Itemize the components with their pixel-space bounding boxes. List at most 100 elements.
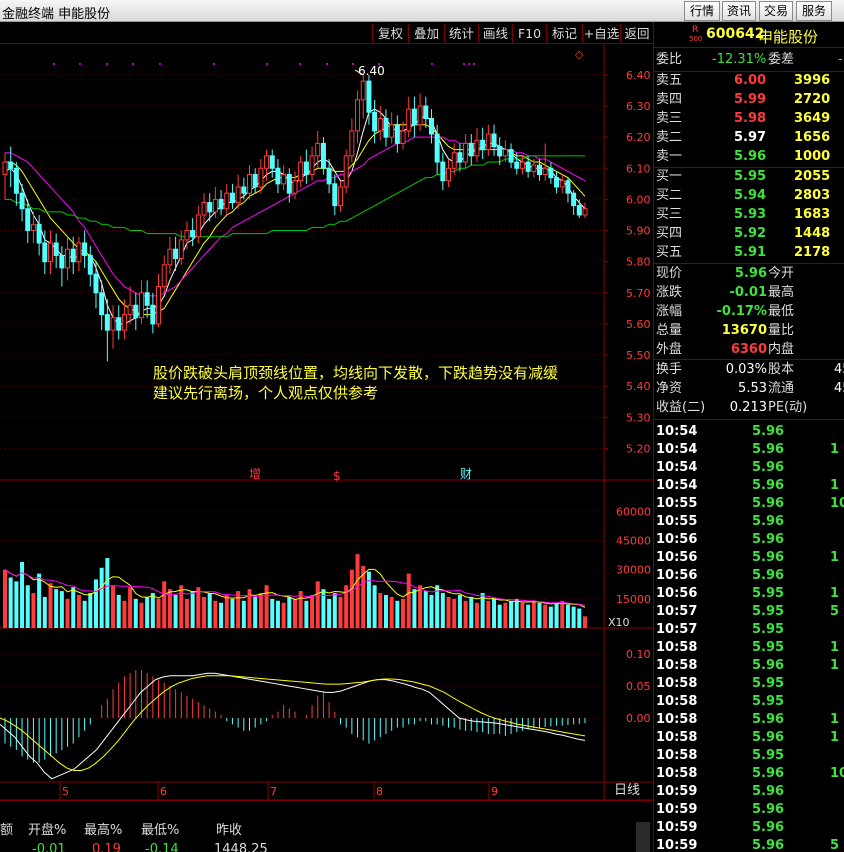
volume-bar — [65, 598, 70, 628]
candle-body — [298, 161, 304, 182]
bids-price: 5.93 — [734, 207, 767, 222]
volume-bar — [395, 600, 400, 628]
candle-body — [201, 202, 207, 216]
tick-volume: 1 — [830, 586, 840, 601]
f10-button[interactable]: F10 — [512, 24, 546, 43]
candle-body — [349, 130, 355, 157]
tick-row: 10:56 5.96 — [654, 531, 844, 549]
asks-row[interactable]: 卖一 5.96 1000 — [654, 148, 844, 166]
candle-body — [161, 264, 167, 288]
volume-bar — [105, 558, 110, 628]
asks-row[interactable]: 卖三 5.98 3649 — [654, 110, 844, 128]
volume-bar — [167, 589, 172, 628]
macd-dif-line — [0, 672, 586, 780]
candle-body — [25, 208, 31, 232]
event-dot — [431, 63, 433, 65]
tick-price: 5.96 — [752, 658, 785, 673]
candle-body — [144, 292, 150, 306]
volume-bar — [514, 598, 519, 628]
bids-row[interactable]: 买四 5.92 1448 — [654, 225, 844, 243]
kline-chart[interactable]: 6.40 6.30 6.20 6.10 6.00 5.90 5.80 5.70 5.60 5.50… — [0, 44, 653, 814]
event-marker-dividend[interactable]: $ — [333, 469, 341, 483]
back-button[interactable]: 返回 — [620, 24, 653, 43]
candle-body — [326, 167, 332, 185]
candle-body — [389, 124, 395, 138]
tick-time: 10:58 — [656, 676, 698, 691]
scrollbar[interactable] — [636, 822, 650, 852]
tab-quotes[interactable]: 行情 — [684, 1, 720, 21]
candle-body — [116, 317, 122, 331]
candle-body — [264, 155, 270, 169]
candle-body — [576, 205, 582, 216]
asks-volume: 3649 — [794, 111, 831, 126]
volume-bar — [230, 598, 235, 628]
event-dot — [299, 63, 301, 65]
tick-time: 10:54 — [656, 442, 698, 457]
volume-bar — [537, 602, 542, 628]
candle-body — [275, 167, 281, 185]
bids-row[interactable]: 买五 5.91 2178 — [654, 244, 844, 262]
candle-body — [417, 105, 423, 126]
fundamental-value: 5.53 — [738, 381, 767, 396]
draw-line-button[interactable]: 画线 — [478, 24, 512, 43]
candle-body — [440, 161, 446, 182]
volume-bar — [54, 589, 59, 628]
fundamental-label-2: 股本 — [768, 362, 795, 377]
candle-body — [258, 167, 264, 188]
mark-button[interactable]: 标记 — [546, 24, 582, 43]
overlay-button[interactable]: 叠加 — [408, 24, 444, 43]
bids-row[interactable]: 买二 5.94 2803 — [654, 187, 844, 205]
asks-row[interactable]: 卖二 5.97 1656 — [654, 129, 844, 147]
tick-price: 5.96 — [752, 496, 785, 511]
candle-body — [76, 242, 82, 263]
tab-service[interactable]: 服务 — [796, 1, 832, 21]
diamond-icon[interactable]: ◇ — [575, 48, 584, 61]
volume-bar — [133, 598, 138, 628]
candle-body — [457, 152, 463, 163]
month-label: 8 — [376, 785, 383, 798]
candle-body — [269, 155, 275, 169]
tick-row: 10:56 5.96 1 — [654, 549, 844, 567]
bids-row[interactable]: 买一 5.95 2055 — [654, 168, 844, 186]
event-dot — [352, 63, 354, 65]
bids-price: 5.92 — [734, 226, 767, 241]
volume-bar — [207, 593, 212, 628]
event-marker-increase[interactable]: 增 — [249, 467, 261, 481]
tick-price: 5.96 — [752, 802, 785, 817]
event-marker-finance[interactable]: 财 — [460, 467, 472, 481]
tick-price: 5.95 — [752, 694, 785, 709]
add-watchlist-button[interactable]: +自选 — [582, 24, 620, 43]
tick-row: 10:59 5.96 — [654, 801, 844, 819]
bids-price: 5.91 — [734, 245, 767, 260]
volume-bar — [401, 598, 406, 628]
volume-bar — [59, 591, 64, 628]
tick-volume: 10 — [830, 496, 844, 511]
tick-time: 10:59 — [656, 784, 698, 799]
tick-row: 10:58 5.95 1 — [654, 639, 844, 657]
asks-level-label: 卖三 — [656, 111, 683, 126]
tick-price: 5.96 — [752, 550, 785, 565]
volume-bar — [509, 600, 514, 628]
volume-bar — [463, 600, 468, 628]
event-dot — [266, 63, 268, 65]
tick-row: 10:59 5.96 5 — [654, 837, 844, 852]
tick-time: 10:56 — [656, 532, 698, 547]
volume-bar — [3, 569, 7, 628]
period-label[interactable]: 日线 — [614, 783, 640, 798]
volume-bar — [310, 594, 315, 628]
candle-body — [525, 161, 531, 172]
statistics-button[interactable]: 统计 — [444, 24, 478, 43]
tab-trade[interactable]: 交易 — [759, 1, 793, 21]
bids-row[interactable]: 买三 5.93 1683 — [654, 206, 844, 224]
asks-row[interactable]: 卖五 6.00 3996 — [654, 72, 844, 90]
volume-bar — [543, 604, 548, 628]
asks-row[interactable]: 卖四 5.99 2720 — [654, 91, 844, 109]
volume-bar — [372, 585, 377, 628]
stat-value: 6360 — [730, 342, 767, 357]
bids-price: 5.94 — [734, 188, 767, 203]
candle-body — [559, 180, 565, 188]
price-tick-label: 5.40 — [626, 380, 651, 393]
tick-volume: 1 — [830, 478, 840, 493]
restore-rights-button[interactable]: 复权 — [372, 24, 408, 43]
tab-news[interactable]: 资讯 — [722, 1, 756, 21]
